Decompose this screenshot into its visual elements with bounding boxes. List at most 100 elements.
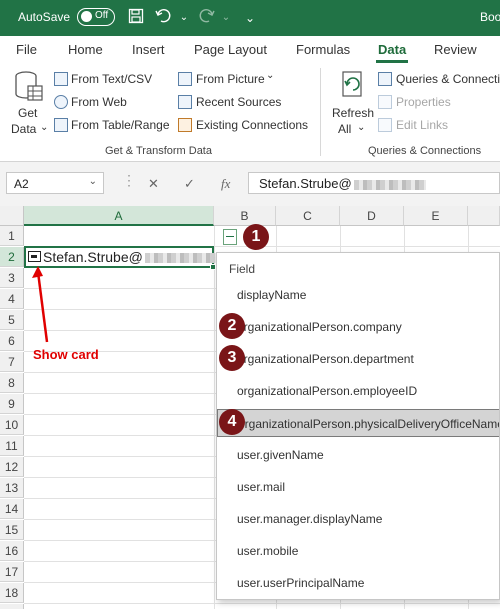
- field-option[interactable]: organizationalPerson.department: [217, 345, 499, 373]
- tab-home[interactable]: Home: [68, 42, 103, 57]
- refresh-all-button[interactable]: Refresh All ⌄: [328, 70, 376, 140]
- picture-icon: [178, 72, 192, 86]
- refresh-all-label-1: Refresh: [332, 106, 375, 120]
- existing-connections-icon: [178, 118, 192, 132]
- row-header-14[interactable]: 14: [0, 499, 24, 519]
- tab-page-layout[interactable]: Page Layout: [194, 42, 267, 57]
- field-option[interactable]: organizationalPerson.employeeID: [217, 377, 499, 405]
- queries-connections-button[interactable]: Queries & Connectio: [396, 72, 500, 86]
- get-data-button[interactable]: Get Data ⌄: [6, 70, 50, 140]
- queries-icon: [378, 72, 392, 86]
- insert-function-button[interactable]: fx: [221, 176, 230, 192]
- field-option[interactable]: user.userPrincipalName: [217, 569, 499, 597]
- enter-icon[interactable]: ✓: [184, 176, 195, 192]
- row-header-9[interactable]: 9: [0, 394, 24, 414]
- get-transform-group-label: Get & Transform Data: [105, 145, 212, 157]
- field-dropdown: Field displayName organizationalPerson.co…: [216, 252, 500, 600]
- table-icon: [54, 118, 68, 132]
- row-header-16[interactable]: 16: [0, 541, 24, 561]
- tab-data[interactable]: Data: [378, 42, 406, 57]
- field-option[interactable]: user.givenName: [217, 441, 499, 469]
- group-separator: [320, 68, 321, 156]
- row-header-15[interactable]: 15: [0, 520, 24, 540]
- row-header-6[interactable]: 6: [0, 331, 24, 351]
- title-bar: AutoSave Off ⌄ ⌄ ⌄ Boo: [0, 0, 500, 36]
- chevron-down-icon: ⌄: [357, 122, 366, 133]
- select-all-corner[interactable]: [0, 206, 24, 226]
- field-option[interactable]: displayName: [217, 281, 499, 309]
- step-badge-3: 3: [219, 345, 245, 371]
- tab-file[interactable]: File: [16, 42, 37, 57]
- column-header-b[interactable]: B: [214, 206, 276, 226]
- redacted-text: [353, 179, 426, 190]
- get-data-label-2: Data: [11, 122, 37, 136]
- undo-dropdown-icon[interactable]: ⌄: [174, 8, 194, 28]
- column-header-d[interactable]: D: [340, 206, 404, 226]
- toggle-state: Off: [95, 10, 109, 21]
- cell-a2-value: Stefan.Strube@: [43, 249, 217, 265]
- tab-formulas[interactable]: Formulas: [296, 42, 350, 57]
- column-header-e[interactable]: E: [404, 206, 468, 226]
- from-table-range-button[interactable]: From Table/Range: [71, 118, 170, 132]
- properties-button[interactable]: Properties: [396, 95, 451, 109]
- ribbon-data: Get Data ⌄ From Text/CSV From Web From T…: [0, 64, 500, 162]
- row-header-3[interactable]: 3: [0, 268, 24, 288]
- insert-data-icon[interactable]: [223, 229, 237, 245]
- refresh-all-label-2: All: [338, 122, 352, 136]
- properties-icon: [378, 95, 392, 109]
- field-option[interactable]: user.manager.displayName: [217, 505, 499, 533]
- row-header-17[interactable]: 17: [0, 562, 24, 582]
- field-option[interactable]: user.mobile: [217, 537, 499, 565]
- save-icon[interactable]: [126, 8, 146, 28]
- row-header-7[interactable]: 7: [0, 352, 24, 372]
- contact-card-icon[interactable]: [28, 251, 41, 262]
- row-header-11[interactable]: 11: [0, 436, 24, 456]
- redacted-text: [144, 253, 217, 264]
- edit-links-button[interactable]: Edit Links: [396, 118, 448, 132]
- name-box[interactable]: A2 ⌄: [6, 172, 104, 194]
- tab-insert[interactable]: Insert: [132, 42, 165, 57]
- toggle-knob: [81, 11, 92, 22]
- more-icon: ⋮: [122, 172, 136, 188]
- row-header-2[interactable]: 2: [0, 247, 24, 267]
- row-header-8[interactable]: 8: [0, 373, 24, 393]
- column-header-a[interactable]: A: [24, 206, 214, 226]
- formula-input[interactable]: Stefan.Strube@: [248, 172, 500, 194]
- row-header-13[interactable]: 13: [0, 478, 24, 498]
- autosave-toggle[interactable]: Off: [77, 8, 115, 26]
- from-text-csv-button[interactable]: From Text/CSV: [71, 72, 152, 86]
- row-header-5[interactable]: 5: [0, 310, 24, 330]
- step-badge-2: 2: [219, 313, 245, 339]
- redo-dropdown-icon[interactable]: ⌄: [216, 8, 236, 28]
- column-header-f[interactable]: [468, 206, 500, 226]
- chevron-down-icon: ⌄: [266, 70, 275, 81]
- column-header-c[interactable]: C: [276, 206, 340, 226]
- queries-group-label: Queries & Connections: [368, 145, 482, 157]
- cancel-icon[interactable]: ✕: [148, 176, 159, 192]
- row-header-10[interactable]: 10: [0, 415, 24, 435]
- workbook-title: Boo: [480, 10, 500, 24]
- row-header-12[interactable]: 12: [0, 457, 24, 477]
- chevron-down-icon[interactable]: ⌄: [89, 176, 97, 187]
- redo-icon[interactable]: [196, 8, 216, 28]
- get-data-label-1: Get: [18, 106, 38, 120]
- field-option[interactable]: organizationalPerson.physicalDeliveryOff…: [217, 409, 499, 437]
- step-badge-4: 4: [219, 409, 245, 435]
- field-option[interactable]: user.mail: [217, 473, 499, 501]
- tab-review[interactable]: Review: [434, 42, 477, 57]
- row-header-1[interactable]: 1: [0, 226, 24, 246]
- from-picture-button[interactable]: From Picture: [196, 72, 265, 86]
- field-option[interactable]: organizationalPerson.company: [217, 313, 499, 341]
- row-header-19[interactable]: 19: [0, 604, 24, 609]
- step-badge-1: 1: [243, 224, 269, 250]
- recent-sources-button[interactable]: Recent Sources: [196, 95, 281, 109]
- undo-icon[interactable]: [154, 8, 174, 28]
- row-header-18[interactable]: 18: [0, 583, 24, 603]
- grid-line: [214, 226, 215, 609]
- customize-toolbar-icon[interactable]: ⌄: [240, 8, 260, 28]
- ribbon-tabs: File Home Insert Page Layout Formulas Da…: [0, 36, 500, 64]
- from-web-button[interactable]: From Web: [71, 95, 127, 109]
- existing-connections-button[interactable]: Existing Connections: [196, 118, 308, 132]
- row-header-4[interactable]: 4: [0, 289, 24, 309]
- formula-text: Stefan.Strube@: [259, 176, 352, 191]
